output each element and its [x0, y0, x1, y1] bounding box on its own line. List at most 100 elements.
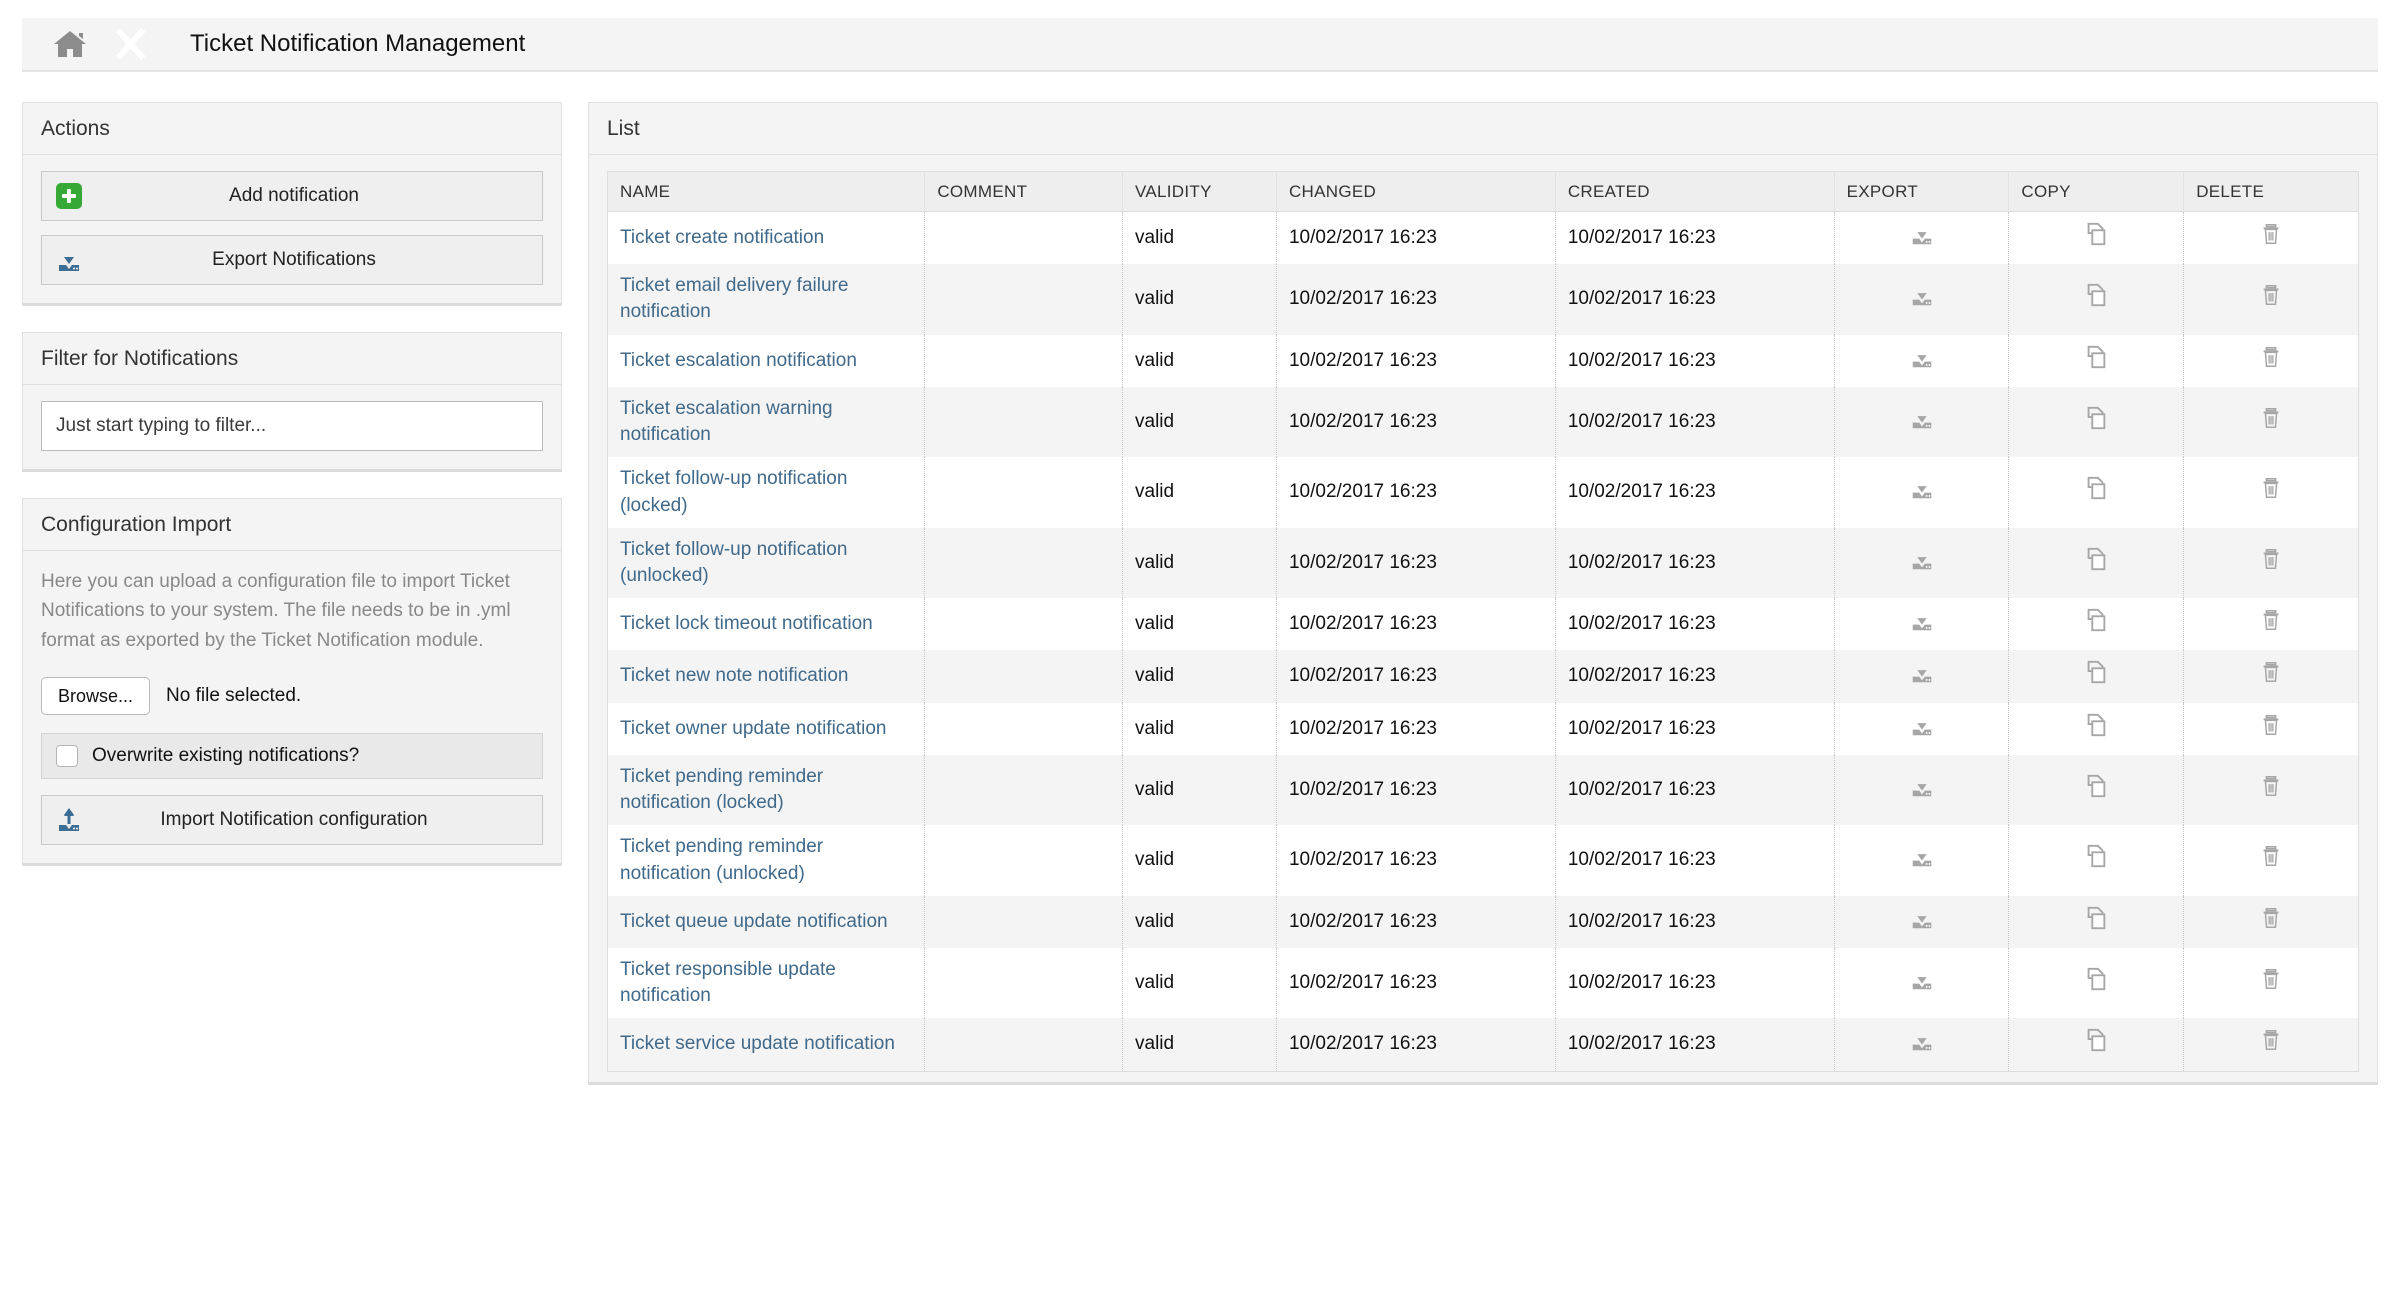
notification-link[interactable]: Ticket new note notification: [620, 665, 848, 686]
download-icon[interactable]: [1909, 773, 1935, 799]
cell-validity: valid: [1123, 387, 1277, 457]
trash-icon[interactable]: [2258, 221, 2284, 247]
table-header-row: NAME COMMENT VALIDITY CHANGED CREATED EX…: [608, 172, 2359, 212]
trash-icon[interactable]: [2258, 546, 2284, 572]
notification-link[interactable]: Ticket create notification: [620, 227, 824, 248]
cell-changed: 10/02/2017 16:23: [1276, 755, 1555, 825]
trash-icon[interactable]: [2258, 607, 2284, 633]
download-icon[interactable]: [1909, 659, 1935, 685]
cell-name: Ticket create notification: [608, 212, 925, 265]
download-icon[interactable]: [1909, 843, 1935, 869]
trash-icon[interactable]: [2258, 1027, 2284, 1053]
column-header-validity[interactable]: VALIDITY: [1123, 172, 1277, 212]
trash-icon[interactable]: [2258, 905, 2284, 931]
download-icon[interactable]: [1909, 475, 1935, 501]
filter-input[interactable]: [41, 401, 543, 451]
copy-pages-icon[interactable]: [2083, 282, 2109, 308]
list-panel-body: NAME COMMENT VALIDITY CHANGED CREATED EX…: [589, 155, 2377, 1082]
notification-link[interactable]: Ticket lock timeout notification: [620, 613, 873, 634]
cell-changed: 10/02/2017 16:23: [1276, 457, 1555, 527]
notification-link[interactable]: Ticket service update notification: [620, 1033, 895, 1054]
column-header-created[interactable]: CREATED: [1555, 172, 1834, 212]
copy-pages-icon[interactable]: [2083, 905, 2109, 931]
browse-button[interactable]: Browse...: [41, 677, 150, 715]
copy-pages-icon[interactable]: [2083, 712, 2109, 738]
trash-icon[interactable]: [2258, 282, 2284, 308]
trash-icon[interactable]: [2258, 344, 2284, 370]
cell-validity: valid: [1123, 264, 1277, 334]
cell-name: Ticket escalation notification: [608, 335, 925, 387]
trash-icon[interactable]: [2258, 843, 2284, 869]
copy-pages-icon[interactable]: [2083, 773, 2109, 799]
download-icon[interactable]: [1909, 344, 1935, 370]
column-header-comment[interactable]: COMMENT: [925, 172, 1123, 212]
download-icon[interactable]: [1909, 405, 1935, 431]
download-icon[interactable]: [1909, 607, 1935, 633]
add-notification-button[interactable]: Add notification: [41, 171, 543, 221]
cell-validity: valid: [1123, 948, 1277, 1018]
overwrite-checkbox-row[interactable]: Overwrite existing notifications?: [41, 733, 543, 779]
copy-pages-icon[interactable]: [2083, 405, 2109, 431]
table-body: Ticket create notificationvalid10/02/201…: [608, 212, 2359, 1072]
column-header-changed[interactable]: CHANGED: [1276, 172, 1555, 212]
copy-pages-icon[interactable]: [2083, 546, 2109, 572]
notification-link[interactable]: Ticket follow-up notification (locked): [620, 468, 847, 515]
download-icon[interactable]: [1909, 221, 1935, 247]
cell-export: [1834, 335, 2009, 387]
config-import-panel-body: Here you can upload a configuration file…: [23, 551, 561, 863]
actions-panel: Actions Add notification: [22, 102, 562, 306]
trash-icon[interactable]: [2258, 405, 2284, 431]
copy-pages-icon[interactable]: [2083, 843, 2109, 869]
cell-name: Ticket queue update notification: [608, 896, 925, 948]
cell-copy: [2009, 212, 2184, 265]
cell-created: 10/02/2017 16:23: [1555, 1018, 1834, 1071]
notification-link[interactable]: Ticket pending reminder notification (un…: [620, 836, 823, 883]
table-row: Ticket responsible update notification va…: [608, 948, 2359, 1018]
download-icon[interactable]: [1909, 905, 1935, 931]
trash-icon[interactable]: [2258, 966, 2284, 992]
column-header-name[interactable]: NAME: [608, 172, 925, 212]
list-panel: List NAME COMMENT VALIDITY: [588, 102, 2378, 1085]
trash-icon[interactable]: [2258, 475, 2284, 501]
cell-changed: 10/02/2017 16:23: [1276, 387, 1555, 457]
cell-delete: [2184, 598, 2359, 650]
trash-icon[interactable]: [2258, 659, 2284, 685]
download-icon[interactable]: [1909, 282, 1935, 308]
notification-link[interactable]: Ticket owner update notification: [620, 718, 887, 739]
overwrite-checkbox[interactable]: [56, 745, 78, 767]
copy-pages-icon[interactable]: [2083, 221, 2109, 247]
cell-name: Ticket pending reminder notification (un…: [608, 825, 925, 895]
cell-validity: valid: [1123, 335, 1277, 387]
import-configuration-button[interactable]: Import Notification configuration: [41, 795, 543, 845]
copy-pages-icon[interactable]: [2083, 344, 2109, 370]
cell-copy: [2009, 598, 2184, 650]
cell-delete: [2184, 387, 2359, 457]
notification-link[interactable]: Ticket queue update notification: [620, 911, 888, 932]
cell-created: 10/02/2017 16:23: [1555, 335, 1834, 387]
cell-comment: [925, 457, 1123, 527]
notification-link[interactable]: Ticket pending reminder notification (lo…: [620, 766, 823, 813]
notification-link[interactable]: Ticket follow-up notification (unlocked): [620, 539, 847, 586]
breadcrumb-home-link[interactable]: [22, 17, 118, 71]
download-icon[interactable]: [1909, 712, 1935, 738]
notification-link[interactable]: Ticket email delivery failure notificati…: [620, 275, 848, 322]
trash-icon[interactable]: [2258, 712, 2284, 738]
cell-copy: [2009, 755, 2184, 825]
copy-pages-icon[interactable]: [2083, 607, 2109, 633]
config-import-panel: Configuration Import Here you can upload…: [22, 498, 562, 866]
download-icon[interactable]: [1909, 1027, 1935, 1053]
notification-link[interactable]: Ticket escalation warning notification: [620, 398, 833, 445]
download-icon[interactable]: [1909, 546, 1935, 572]
cell-export: [1834, 896, 2009, 948]
copy-pages-icon[interactable]: [2083, 1027, 2109, 1053]
notification-link[interactable]: Ticket responsible update notification: [620, 959, 836, 1006]
copy-pages-icon[interactable]: [2083, 475, 2109, 501]
table-row: Ticket follow-up notification (unlocked)…: [608, 528, 2359, 598]
cell-changed: 10/02/2017 16:23: [1276, 948, 1555, 1018]
export-notifications-button[interactable]: Export Notifications: [41, 235, 543, 285]
download-icon[interactable]: [1909, 966, 1935, 992]
notification-link[interactable]: Ticket escalation notification: [620, 350, 857, 371]
copy-pages-icon[interactable]: [2083, 659, 2109, 685]
copy-pages-icon[interactable]: [2083, 966, 2109, 992]
trash-icon[interactable]: [2258, 773, 2284, 799]
